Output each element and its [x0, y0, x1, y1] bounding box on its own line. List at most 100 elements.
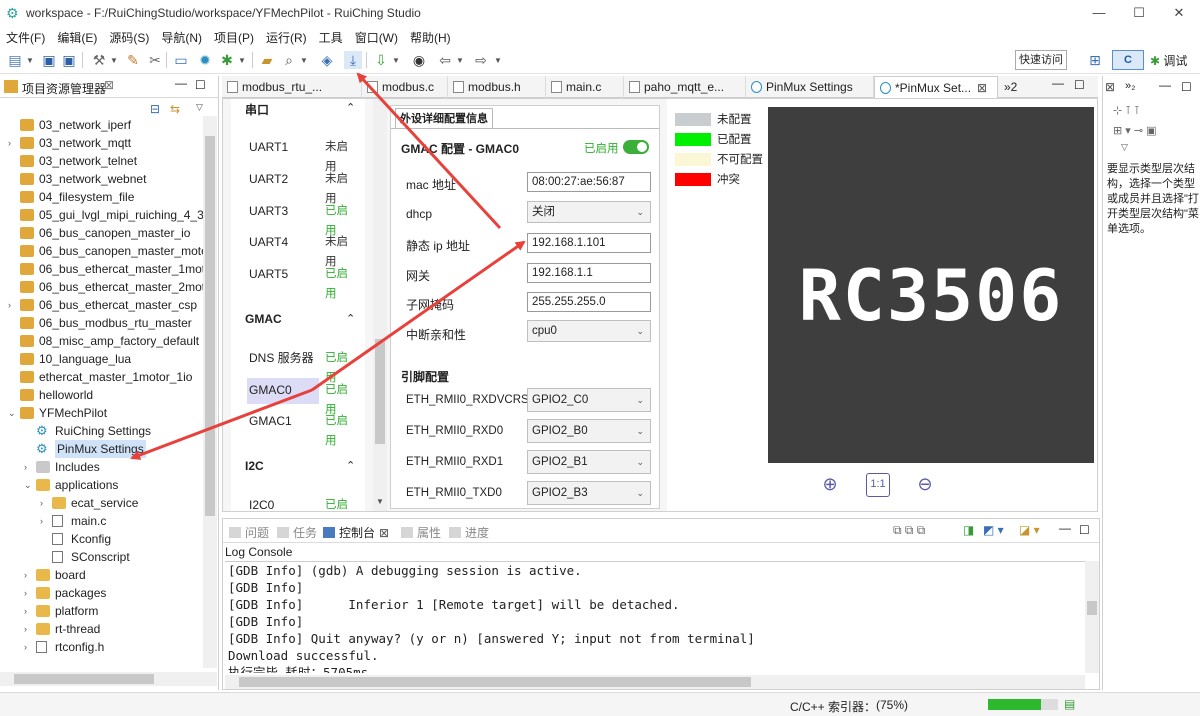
tree-item[interactable]: › 03_network_mqtt [0, 134, 203, 152]
clean-icon[interactable]: ✎ [124, 51, 142, 69]
enable-toggle[interactable] [623, 140, 649, 154]
chevron-right-icon[interactable]: › [24, 602, 34, 620]
maximize-button[interactable]: ☐ [1124, 4, 1154, 22]
pin-select[interactable]: GPIO2_B1 ⌄ [527, 450, 651, 474]
tree-item[interactable]: 05_gui_lvgl_mipi_ruiching_4_3in_ [0, 206, 203, 224]
tree-item[interactable]: › ecat_service [0, 494, 203, 512]
close-icon[interactable]: ⊠ [379, 526, 389, 540]
pin-select[interactable]: GPIO2_C0 ⌄ [527, 388, 651, 412]
tree-item[interactable]: 04_filesystem_file [0, 188, 203, 206]
zoom-out-icon[interactable]: ⊖ [913, 473, 937, 497]
tree-item[interactable]: 06_bus_ethercat_master_1moto [0, 260, 203, 278]
minimize-button[interactable]: — [1084, 4, 1114, 22]
chevron-right-icon[interactable]: › [24, 638, 34, 656]
maximize-editor-button[interactable]: ☐ [1074, 78, 1085, 92]
tree-item[interactable]: 06_bus_canopen_master_motor [0, 242, 203, 260]
tree-item[interactable]: 06_bus_ethercat_master_2moto [0, 278, 203, 296]
console-log[interactable]: [GDB Info] (gdb) A debugging session is … [225, 561, 1085, 673]
chevron-down-icon[interactable]: ▼ [26, 56, 34, 65]
tab-progress[interactable]: 进度 [449, 524, 489, 541]
tab-paho-mqtt[interactable]: paho_mqtt_e... [624, 76, 746, 98]
minimize-console-button[interactable]: — [1059, 521, 1071, 535]
tree-item[interactable]: › rtconfig.h [0, 638, 203, 656]
minimize-editor-button[interactable]: — [1052, 76, 1064, 90]
tree-item[interactable]: › Includes [0, 458, 203, 476]
minimize-view-button[interactable]: — [1159, 78, 1171, 92]
menu-project[interactable]: 项目(P) [208, 26, 260, 46]
chevron-right-icon[interactable]: › [24, 458, 34, 476]
globe-icon[interactable]: ◉ [410, 51, 428, 69]
tree-item[interactable]: helloworld [0, 386, 203, 404]
monitor-icon[interactable]: ▭ [172, 51, 190, 69]
chevron-down-icon[interactable]: ▼ [110, 56, 118, 65]
console-vertical-scrollbar[interactable] [1085, 561, 1099, 673]
periph-uart2[interactable]: UART2 未启用 [249, 169, 359, 205]
tree-item[interactable]: ⚙ PinMux Settings [0, 440, 203, 458]
tree-item[interactable]: 03_network_webnet [0, 170, 203, 188]
zoom-in-icon[interactable]: ⊕ [818, 473, 842, 497]
chevron-up-icon[interactable]: ⌃ [346, 459, 355, 472]
zoom-fit-button[interactable]: 1:1 [866, 473, 890, 497]
chip-package[interactable]: RC3506 [768, 107, 1094, 463]
chevron-down-icon[interactable]: ▽ [1121, 142, 1128, 153]
chevron-right-icon[interactable]: › [8, 134, 18, 152]
pin-select[interactable]: GPIO2_B0 ⌄ [527, 419, 651, 443]
close-icon[interactable]: ⊠ [104, 78, 114, 92]
ip-input[interactable]: 192.168.1.101 [527, 233, 651, 253]
debug-bug-icon[interactable]: ✱ [218, 51, 236, 69]
tree-item[interactable]: › main.c [0, 512, 203, 530]
pin-select[interactable]: GPIO2_B3 ⌄ [527, 481, 651, 505]
menu-window[interactable]: 窗口(W) [349, 26, 404, 46]
collapse-all-icon[interactable]: ⊟ [150, 102, 160, 116]
settings-gear-icon[interactable]: ✹ [196, 51, 214, 69]
periph-dns[interactable]: DNS 服务器 已启用 [249, 348, 359, 384]
tree-item[interactable]: SConscript [0, 548, 203, 566]
netmask-input[interactable]: 255.255.255.0 [527, 292, 651, 312]
menu-tools[interactable]: 工具 [313, 26, 349, 46]
minimize-view-button[interactable]: — [175, 76, 187, 90]
back-arrow-icon[interactable]: ⇦ [436, 51, 454, 69]
search-icon[interactable]: ⌕ [280, 51, 298, 69]
tab-modbus-h[interactable]: modbus.h [448, 76, 546, 98]
maximize-view-button[interactable]: ☐ [1181, 80, 1192, 94]
view-menu-icon[interactable]: ▽ [196, 102, 203, 113]
tree-item[interactable]: › platform [0, 602, 203, 620]
chevron-up-icon[interactable]: ⌃ [346, 312, 355, 325]
chevron-right-icon[interactable]: › [24, 620, 34, 638]
tree-item[interactable]: › 06_bus_ethercat_master_csp [0, 296, 203, 314]
close-icon[interactable]: ⊠ [977, 77, 987, 99]
dhcp-select[interactable]: 关闭 ⌄ [527, 201, 651, 223]
new-icon[interactable]: ▤ [6, 51, 24, 69]
periph-i2c0[interactable]: I2C0 已启用 [249, 495, 359, 511]
download-icon[interactable]: ⤓ [344, 51, 362, 69]
chevron-right-icon[interactable]: › [24, 566, 34, 584]
maximize-view-button[interactable]: ☐ [195, 78, 206, 92]
pin-console-icon[interactable]: ◨ [963, 523, 974, 537]
tab-problems[interactable]: 问题 [229, 524, 269, 541]
menu-file[interactable]: 文件(F) [0, 26, 51, 46]
close-button[interactable]: ✕ [1164, 4, 1194, 22]
chevron-down-icon[interactable]: ⌄ [24, 476, 34, 494]
chevron-down-icon[interactable]: ▼ [300, 56, 308, 65]
tools-icon[interactable]: ✂ [146, 51, 164, 69]
tree-item[interactable]: 08_misc_amp_factory_default [0, 332, 203, 350]
tab-modbus-c[interactable]: modbus.c [362, 76, 448, 98]
maximize-console-button[interactable]: ☐ [1079, 523, 1090, 537]
menu-help[interactable]: 帮助(H) [404, 26, 457, 46]
perspective-debug-button[interactable]: ✱ 调试 [1150, 52, 1187, 69]
periph-gmac0[interactable]: GMAC0 已启用 [247, 378, 359, 416]
periph-gmac1[interactable]: GMAC1 已启用 [249, 411, 359, 447]
tree-item[interactable]: 06_bus_canopen_master_io [0, 224, 203, 242]
menu-navigate[interactable]: 导航(N) [155, 26, 208, 46]
tab-console[interactable]: 控制台 ⊠ [323, 524, 389, 541]
perspective-cc-button[interactable]: C [1112, 50, 1144, 70]
tree-item[interactable]: 10_language_lua [0, 350, 203, 368]
open-console-icon[interactable]: ◪ ▾ [1019, 523, 1040, 537]
build-hammer-icon[interactable]: ⚒ [90, 51, 108, 69]
chevron-down-icon[interactable]: ▼ [456, 56, 464, 65]
explorer-horizontal-scrollbar[interactable] [0, 672, 217, 686]
tree-item[interactable]: ⚙ RuiChing Settings [0, 422, 203, 440]
chevron-right-icon[interactable]: › [8, 296, 18, 314]
open-folder-icon[interactable]: ▰ [258, 51, 276, 69]
tree-item[interactable]: ethercat_master_1motor_1io [0, 368, 203, 386]
